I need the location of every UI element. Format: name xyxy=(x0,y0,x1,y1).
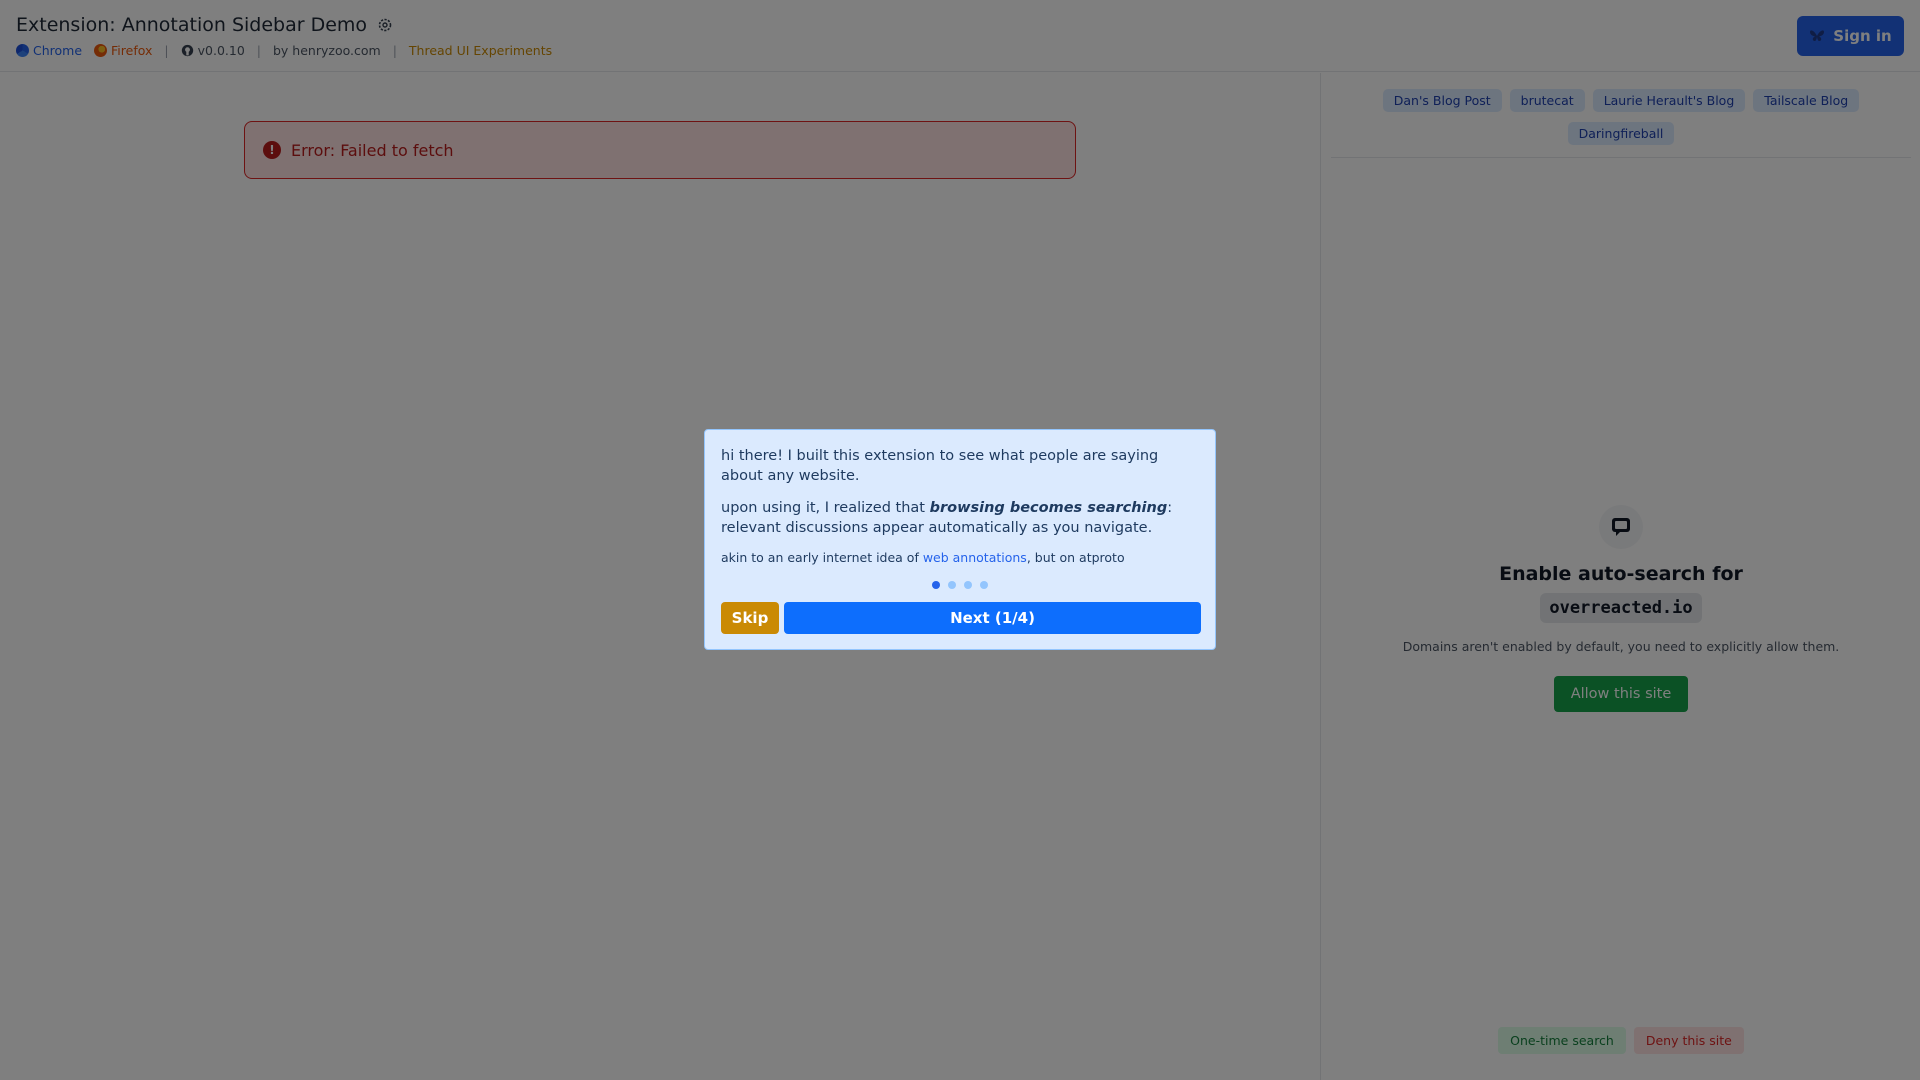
intro-paragraph: hi there! I built this extension to see … xyxy=(721,448,1159,484)
next-button[interactable]: Next (1/4) xyxy=(784,602,1201,634)
modal-actions: Skip Next (1/4) xyxy=(721,602,1201,634)
insight-paragraph: upon using it, I realized that browsing … xyxy=(721,500,1173,536)
step-dot[interactable] xyxy=(948,581,956,589)
step-indicator xyxy=(721,581,1199,589)
onboarding-modal: hi there! I built this extension to see … xyxy=(704,429,1216,650)
annotation-note: akin to an early internet idea of web an… xyxy=(721,550,1125,565)
step-dot[interactable] xyxy=(980,581,988,589)
web-annotations-link[interactable]: web annotations xyxy=(923,550,1027,565)
skip-button[interactable]: Skip xyxy=(721,602,779,634)
emphasis-text: browsing becomes searching xyxy=(929,500,1168,516)
step-dot[interactable] xyxy=(964,581,972,589)
step-dot[interactable] xyxy=(932,581,940,589)
